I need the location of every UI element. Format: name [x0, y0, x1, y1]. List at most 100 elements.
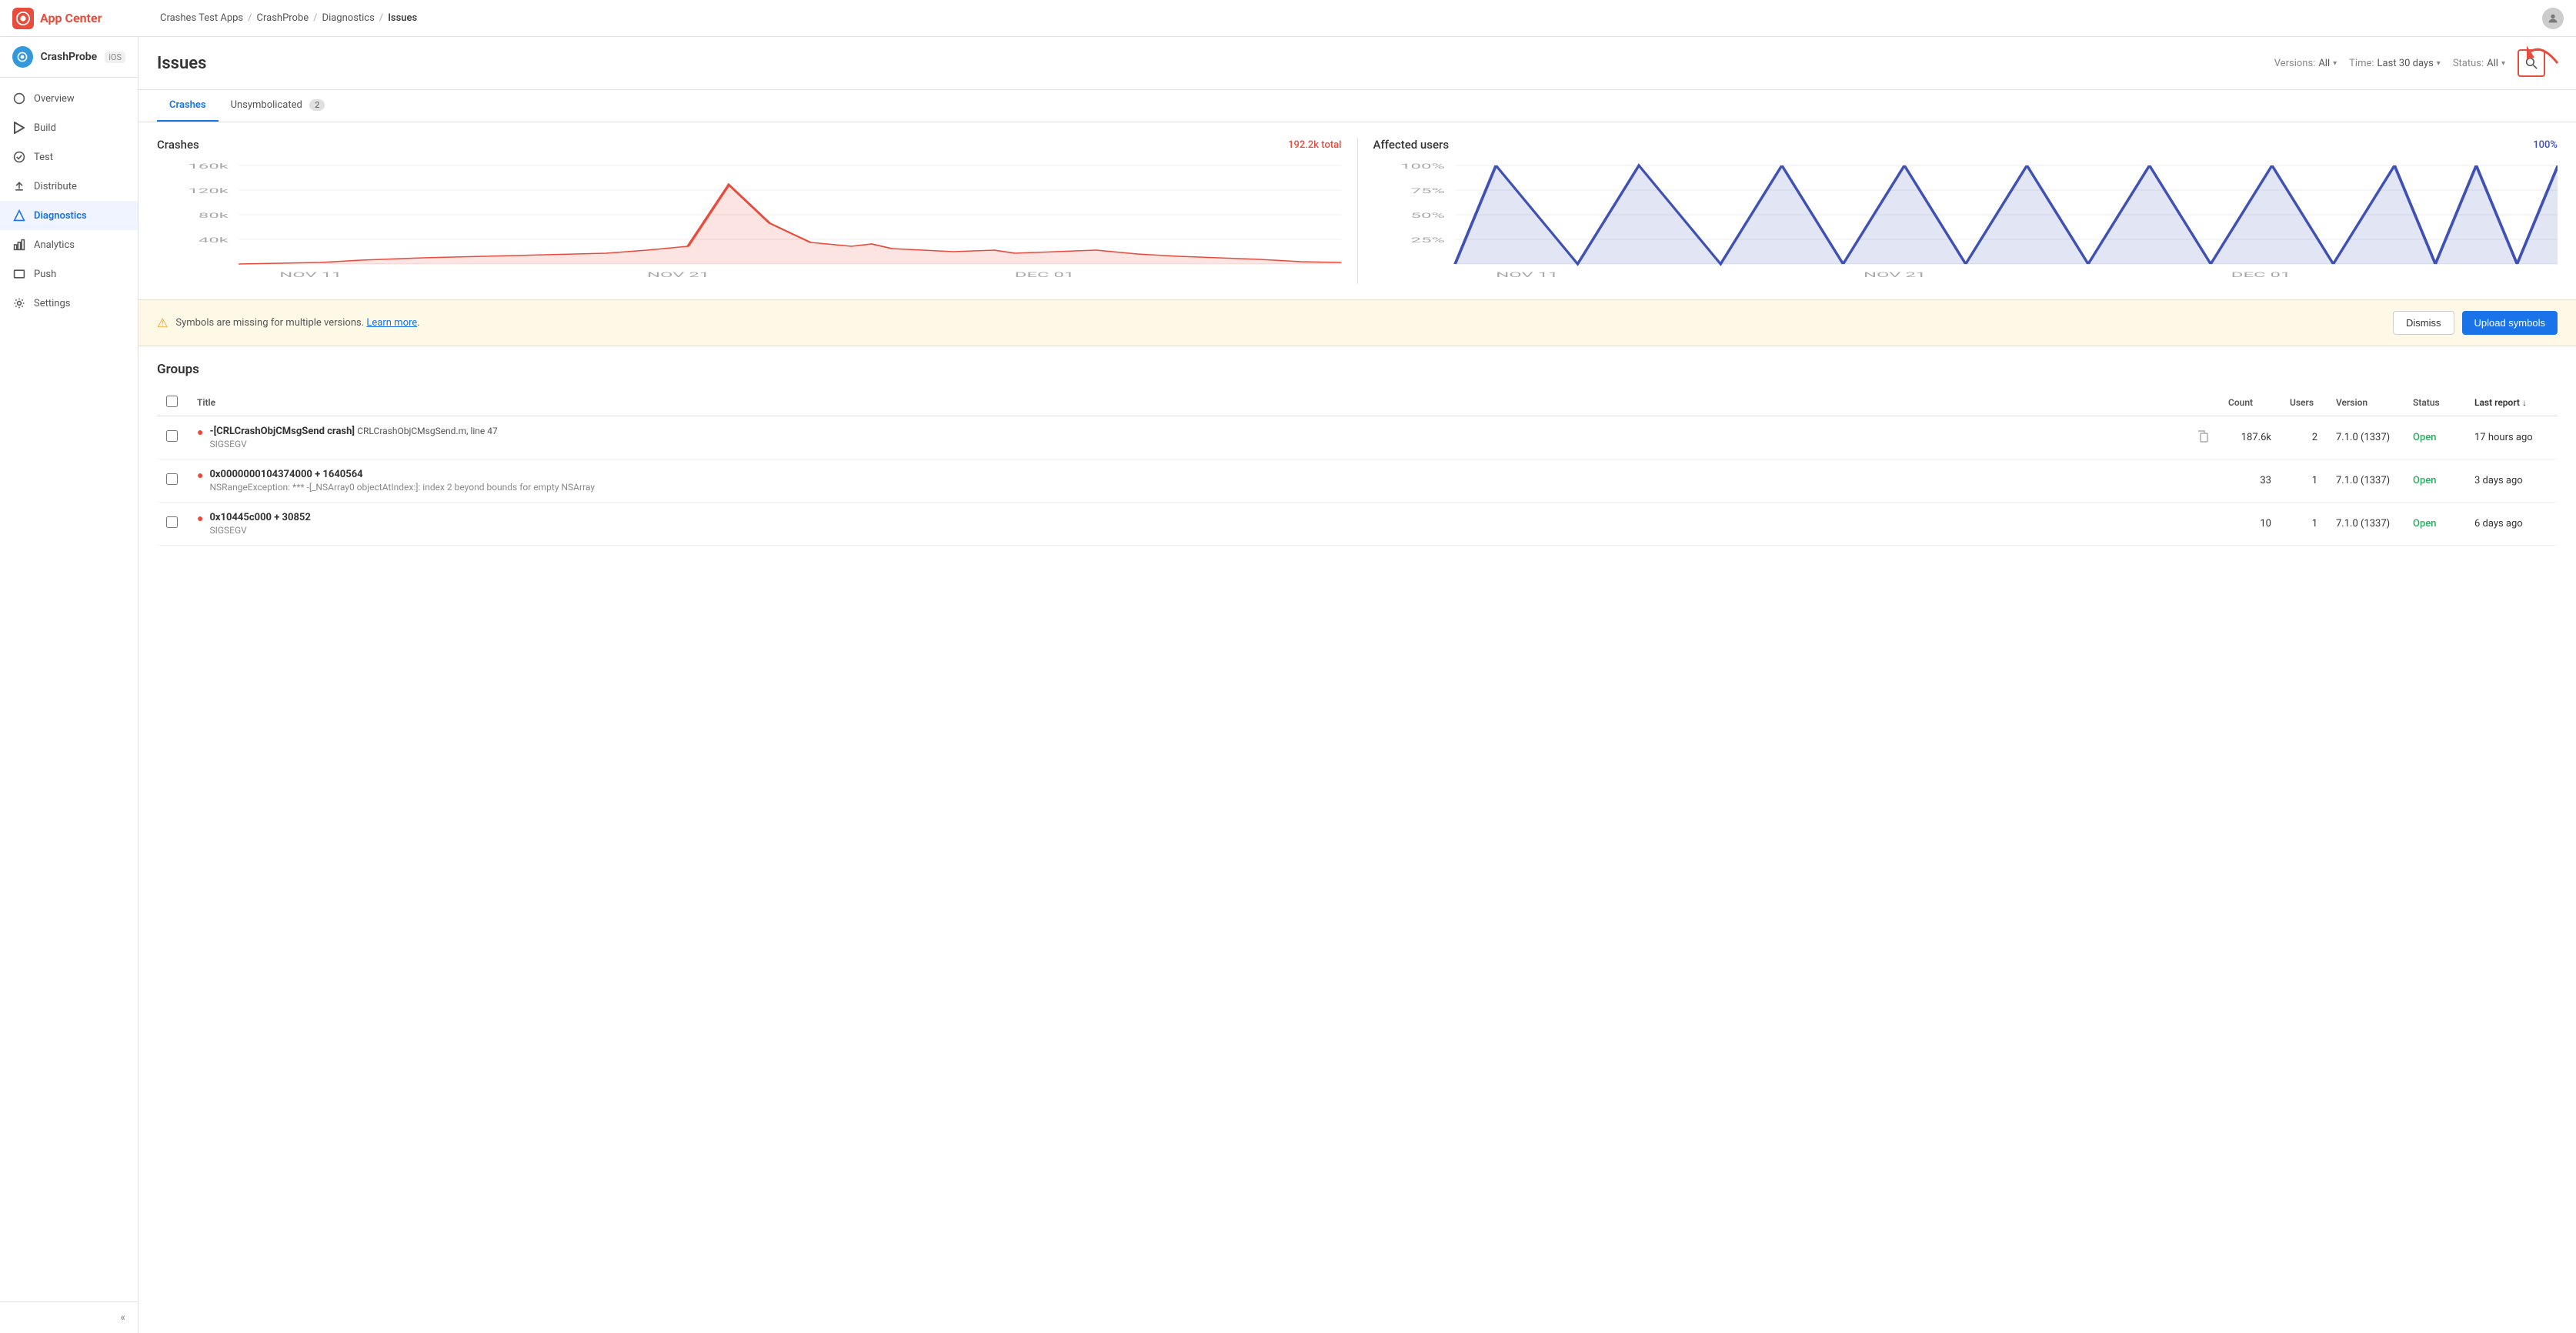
svg-text:NOV 21: NOV 21: [1864, 271, 1926, 279]
status-filter-label: Status:: [2453, 58, 2484, 69]
time-filter[interactable]: Time: Last 30 days ▾: [2349, 58, 2441, 69]
layout: CrashProbe iOS Overview Build Test: [0, 37, 2576, 1333]
topbar-right: [2542, 8, 2564, 29]
upload-symbols-button[interactable]: Upload symbols: [2462, 311, 2558, 335]
sidebar-item-distribute[interactable]: Distribute: [0, 172, 138, 201]
row1-copy-icon[interactable]: [2197, 431, 2208, 446]
breadcrumb-item-2[interactable]: CrashProbe: [257, 12, 309, 24]
row2-error-icon: ●: [197, 469, 203, 482]
svg-text:DEC 01: DEC 01: [2231, 271, 2291, 279]
main-content: Issues Versions: All ▾ Time: Last 30 day…: [138, 37, 2576, 1333]
sidebar-label-distribute: Distribute: [34, 181, 77, 192]
versions-filter[interactable]: Versions: All ▾: [2274, 58, 2337, 69]
sidebar-nav: Overview Build Test Distribute: [0, 78, 138, 1301]
row1-error-icon: ●: [197, 426, 203, 439]
versions-filter-label: Versions:: [2274, 58, 2316, 69]
tab-unsymbolicated[interactable]: Unsymbolicated 2: [219, 90, 338, 122]
row2-check: [157, 459, 188, 503]
versions-chevron-icon: ▾: [2333, 59, 2337, 68]
sidebar-item-push[interactable]: Push: [0, 259, 138, 289]
crashes-chart-title: Crashes: [157, 138, 199, 152]
learn-more-link[interactable]: Learn more: [366, 317, 417, 329]
users-chart-title: Affected users: [1373, 138, 1450, 152]
select-all-checkbox[interactable]: [166, 396, 178, 407]
row1-count: 187.6k: [2219, 416, 2281, 459]
row3-checkbox[interactable]: [166, 516, 178, 528]
sidebar-item-overview[interactable]: Overview: [0, 84, 138, 113]
row2-checkbox[interactable]: [166, 473, 178, 485]
status-filter[interactable]: Status: All ▾: [2453, 58, 2505, 69]
row1-checkbox[interactable]: [166, 430, 178, 442]
sidebar-label-analytics: Analytics: [34, 239, 75, 251]
row1-users: 2: [2281, 416, 2327, 459]
sidebar-item-analytics[interactable]: Analytics: [0, 230, 138, 259]
sidebar-label-diagnostics: Diagnostics: [34, 210, 87, 222]
table-header: Title Count Users Version Status Last re…: [157, 389, 2558, 416]
crashes-chart-svg: 160k 120k 80k 40k NOV 11 NOV 21 DEC 01: [157, 158, 1342, 281]
row3-count: 10: [2219, 503, 2281, 546]
tab-unsymbolicated-label: Unsymbolicated: [231, 99, 302, 111]
row1-subtitle: SIGSEGV: [209, 439, 497, 449]
row3-error-icon: ●: [197, 512, 203, 525]
page-header: Issues Versions: All ▾ Time: Last 30 day…: [138, 37, 2576, 90]
breadcrumb-item-4: Issues: [388, 12, 417, 24]
col-header-last-report[interactable]: Last report ↓: [2465, 389, 2558, 416]
chart-divider: [1357, 138, 1358, 284]
time-filter-value: Last 30 days: [2377, 58, 2434, 69]
row2-status-badge: Open: [2413, 475, 2436, 486]
row1-version: 7.1.0 (1337): [2327, 416, 2404, 459]
sidebar-platform-badge: iOS: [105, 52, 125, 63]
crashes-chart-header: Crashes 192.2k total: [157, 138, 1342, 152]
breadcrumb-sep-2: /: [313, 12, 317, 24]
breadcrumb-item-1[interactable]: Crashes Test Apps: [160, 12, 243, 24]
row3-title-cell: ● 0x10445c000 + 30852 SIGSEGV: [188, 503, 2188, 546]
sidebar-item-test[interactable]: Test: [0, 142, 138, 172]
users-chart-svg: 100% 75% 50% 25% NOV 11 NOV 21 DEC 01: [1373, 158, 2558, 281]
sidebar-item-diagnostics[interactable]: Diagnostics: [0, 201, 138, 230]
row1-copy-cell: [2188, 416, 2219, 459]
row2-title-cell: ● 0x0000000104374000 + 1640564 NSRangeEx…: [188, 459, 2188, 503]
user-avatar[interactable]: [2542, 8, 2564, 29]
row3-title: 0x10445c000 + 30852: [209, 512, 310, 523]
sidebar-item-build[interactable]: Build: [0, 113, 138, 142]
svg-text:75%: 75%: [1410, 187, 1444, 195]
sort-desc-icon: ↓: [2522, 397, 2527, 408]
row2-version: 7.1.0 (1337): [2327, 459, 2404, 503]
topbar: App Center Crashes Test Apps / CrashProb…: [0, 0, 2576, 37]
overview-icon: [12, 92, 26, 105]
dismiss-button[interactable]: Dismiss: [2393, 311, 2454, 335]
row2-title: 0x0000000104374000 + 1640564: [209, 469, 595, 480]
row1-title-bold: -[CRLCrashObjCMsgSend crash]: [209, 426, 355, 437]
row3-subtitle: SIGSEGV: [209, 525, 310, 536]
sidebar-item-settings[interactable]: Settings: [0, 289, 138, 318]
row1-check: [157, 416, 188, 459]
svg-text:100%: 100%: [1400, 162, 1445, 170]
tabs-bar: Crashes Unsymbolicated 2: [138, 90, 2576, 122]
row3-version: 7.1.0 (1337): [2327, 503, 2404, 546]
breadcrumb-sep-1: /: [248, 12, 252, 24]
warning-text: Symbols are missing for multiple version…: [175, 317, 419, 329]
time-filter-label: Time:: [2349, 58, 2374, 69]
svg-text:NOV 21: NOV 21: [647, 271, 709, 279]
tab-crashes-label: Crashes: [169, 99, 206, 111]
sidebar-collapse-button[interactable]: «: [120, 1311, 125, 1324]
users-chart-total: 100%: [2533, 139, 2558, 151]
page-filters: Versions: All ▾ Time: Last 30 days ▾ Sta…: [2274, 49, 2558, 77]
breadcrumb-item-3[interactable]: Diagnostics: [322, 12, 375, 24]
svg-text:50%: 50%: [1410, 212, 1444, 219]
col-header-users: Users: [2281, 389, 2327, 416]
col-header-copy: [2188, 389, 2219, 416]
sidebar-label-build: Build: [34, 122, 56, 134]
breadcrumb-sep-3: /: [379, 12, 383, 24]
tab-crashes[interactable]: Crashes: [157, 90, 219, 122]
charts-area: Crashes 192.2k total 160k 120k 80k 40k: [138, 122, 2576, 300]
col-header-count: Count: [2219, 389, 2281, 416]
build-icon: [12, 121, 26, 135]
crashes-chart-total: 192.2k total: [1288, 139, 1341, 151]
sidebar-app-name: CrashProbe: [41, 51, 98, 63]
status-chevron-icon: ▾: [2501, 59, 2505, 68]
row2-subtitle: NSRangeException: *** -[_NSArray0 object…: [209, 482, 595, 493]
sidebar: CrashProbe iOS Overview Build Test: [0, 37, 138, 1333]
table-row: ● 0x0000000104374000 + 1640564 NSRangeEx…: [157, 459, 2558, 503]
app-logo: App Center: [12, 8, 151, 29]
